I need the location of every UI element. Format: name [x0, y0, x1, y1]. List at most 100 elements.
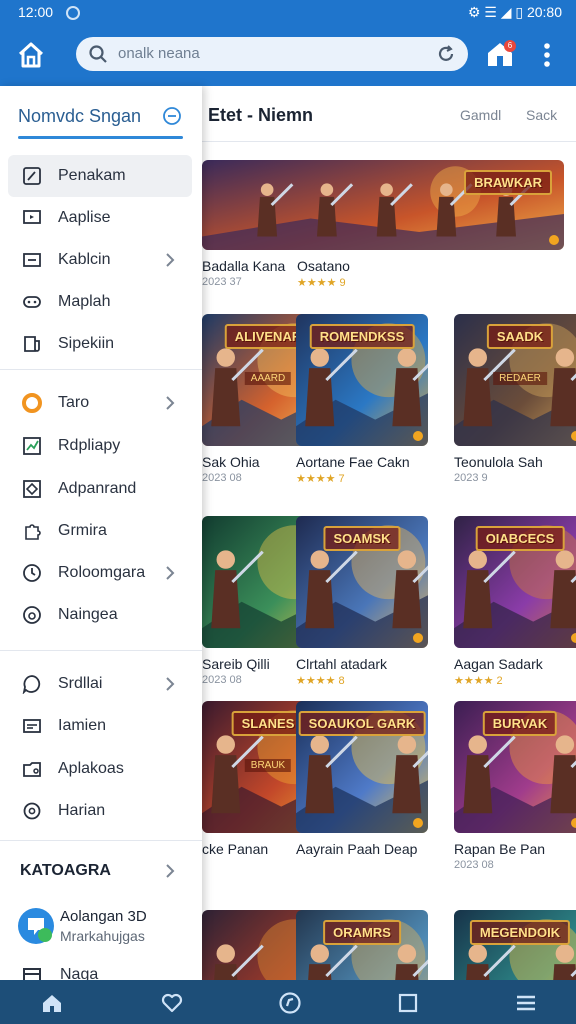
square-icon[interactable] [396, 991, 420, 1015]
menu-icon[interactable] [514, 991, 538, 1015]
game-card[interactable]: MEGENDOIK [454, 910, 576, 980]
drawer-item[interactable]: Srdllai [8, 663, 192, 705]
home-icon [18, 42, 44, 68]
chevron-right-icon[interactable] [162, 251, 178, 269]
game-meta: ★★★★ 2 [454, 675, 503, 687]
game-card[interactable]: ORAMRS [296, 910, 428, 980]
status-icons: ⚙ ☰ ◢ ▯ 20:80 [467, 4, 562, 20]
drawer-item[interactable]: Penakam [8, 155, 192, 197]
drawer-item-label: Rdpliapy [58, 437, 121, 454]
drawer-divider [0, 369, 202, 370]
more-vertical-icon [544, 43, 550, 67]
rating-dot-icon [549, 235, 559, 245]
game-card[interactable]: SOAUKOL GARK Aayrain Paah Deap [296, 701, 428, 857]
drawer-item[interactable]: Kablcin [8, 239, 192, 281]
drawer-item[interactable]: Iamien [8, 705, 192, 747]
card-icon [23, 719, 41, 733]
heart-icon[interactable] [160, 991, 184, 1015]
tab-stack[interactable]: Sack [526, 107, 557, 123]
drawer-item-label: Adpanrand [58, 480, 137, 497]
drawer-search-icon[interactable] [162, 106, 182, 126]
drawer-item-label[interactable]: Naga [60, 966, 98, 980]
chevron-right-icon[interactable] [162, 675, 178, 693]
drawer-item-label: Harian [58, 802, 106, 819]
game-title[interactable]: Aayrain Paah Deap [296, 841, 417, 857]
game-title[interactable]: Teonulola Sah [454, 454, 543, 470]
search-input[interactable]: onalk neana [118, 45, 200, 62]
drawer-item[interactable]: Grmira [8, 510, 192, 552]
drawer-item-label: Grmira [58, 522, 107, 539]
folder-icon [23, 762, 41, 777]
game-logo-subtext: REDAER [493, 372, 547, 385]
more-options-button[interactable] [536, 40, 558, 70]
refresh-icon[interactable] [436, 44, 456, 64]
game-meta: ★★★★ 8 [296, 675, 345, 687]
game-title[interactable]: Aagan Sadark [454, 656, 543, 672]
chevron-right-icon[interactable] [162, 394, 178, 412]
category-icon [23, 253, 41, 267]
game-thumbnail[interactable]: MEGENDOIK [454, 910, 576, 980]
drawer-item-label: Sipekiin [58, 335, 115, 352]
drawer-title: Nomvdc Sngan [18, 106, 142, 126]
drawer-item[interactable]: Roloomgara [8, 552, 192, 594]
game-title[interactable]: Clrtahl atadark [296, 656, 387, 672]
game-logo-text: ROMENDKSS [309, 324, 415, 349]
drawer-item[interactable]: Maplah [8, 281, 192, 323]
search-icon [89, 45, 107, 63]
chevron-right-icon[interactable] [162, 862, 178, 880]
game-thumbnail[interactable]: SAADK REDAER [454, 314, 576, 446]
game-title[interactable]: cke Panan [202, 841, 268, 857]
rating-dot-icon [413, 818, 423, 828]
promo-title[interactable]: Aolangan 3D [60, 908, 147, 925]
puzzle-icon [25, 524, 41, 540]
game-logo-text: BRAWKAR [464, 170, 552, 195]
home-icon[interactable] [40, 991, 64, 1015]
bottom-navigation [0, 980, 576, 1024]
game-title[interactable]: Rapan Be Pan [454, 841, 545, 857]
diamond-icon [23, 480, 41, 498]
drawer-item-label: Naingea [58, 606, 118, 623]
status-bar: 12:00 ⚙ ☰ ◢ ▯ 20:80 [0, 0, 576, 26]
game-logo-subtext: BRAUK [244, 759, 292, 772]
promo-app-icon[interactable] [18, 908, 54, 944]
compass-icon[interactable] [278, 991, 302, 1015]
game-title[interactable]: Osatano [297, 258, 350, 274]
promo-subtitle: Mrarkahujgas [60, 928, 145, 944]
drawer-section-title[interactable]: KATOAGRA [20, 862, 111, 880]
game-thumbnail[interactable]: BURVAK [454, 701, 576, 833]
game-thumbnail[interactable]: SOAMSK [296, 516, 428, 648]
drawer-item[interactable]: Sipekiin [8, 323, 192, 365]
drawer-item[interactable]: Adpanrand [8, 468, 192, 510]
game-meta: ★★★★ 7 [296, 473, 345, 485]
game-title[interactable]: Aortane Fae Cakn [296, 454, 410, 470]
drawer-item[interactable]: Rdpliapy [8, 425, 192, 467]
game-thumbnail[interactable]: ORAMRS [296, 910, 428, 980]
tab-games[interactable]: Gamdl [460, 107, 501, 123]
drawer-item[interactable]: Aplakoas [8, 748, 192, 790]
drawer-item[interactable]: Harian [8, 790, 192, 832]
game-card[interactable]: SAADK REDAER Teonulola Sah 2023 9 [454, 314, 576, 484]
featured-banner[interactable]: BRAWKAR [202, 160, 564, 250]
game-card[interactable]: ROMENDKSS Aortane Fae Cakn ★★★★ 7 [296, 314, 428, 485]
drawer-item[interactable]: Naingea [8, 594, 192, 636]
game-title[interactable]: Sak Ohia [202, 454, 260, 470]
chevron-right-icon[interactable] [162, 564, 178, 582]
game-title[interactable]: Badalla Kana [202, 258, 285, 274]
game-thumbnail[interactable]: OIABCECS [454, 516, 576, 648]
home-button[interactable] [14, 38, 48, 72]
search-bar[interactable]: onalk neana [76, 37, 468, 71]
drawer-item[interactable]: Taro [8, 382, 192, 424]
game-title[interactable]: Sareib Qilli [202, 656, 270, 672]
tv-icon [23, 210, 41, 224]
drawer-item[interactable]: Aaplise [8, 197, 192, 239]
drawer-title-underline [18, 136, 183, 139]
gamepad-icon [23, 296, 41, 308]
game-thumbnail[interactable]: ROMENDKSS [296, 314, 428, 446]
rating-dot-icon [413, 633, 423, 643]
game-card[interactable]: OIABCECS Aagan Sadark ★★★★ 2 [454, 516, 576, 687]
game-card[interactable]: SOAMSK Clrtahl atadark ★★★★ 8 [296, 516, 428, 687]
game-thumbnail[interactable]: SOAUKOL GARK [296, 701, 428, 833]
game-card[interactable]: BURVAK Rapan Be Pan 2023 08 [454, 701, 576, 871]
drawer-item-label: Iamien [58, 717, 107, 734]
drawer-item-label: Roloomgara [58, 564, 146, 581]
